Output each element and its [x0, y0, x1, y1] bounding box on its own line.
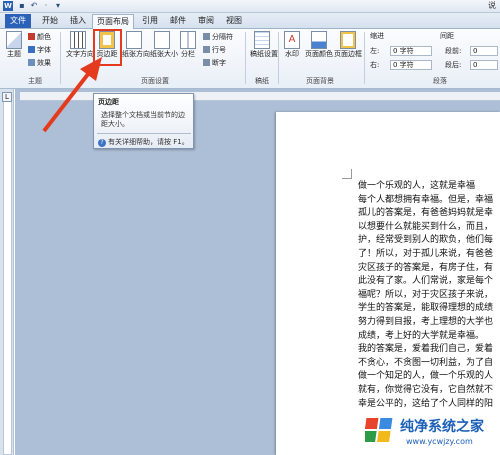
group-label-paragraph: 段落 — [433, 77, 447, 85]
document-line[interactable]: 我的答案是，爱着我们自己，爱着 — [358, 344, 493, 355]
document-line[interactable]: 每个人都想拥有幸福。但是，幸福 — [358, 195, 493, 206]
tab-page-layout[interactable]: 页面布局 — [92, 14, 134, 29]
margins-tooltip: 页边距 选择整个文档或当前节的边距大小。 ? 有关详细帮助，请按 F1。 — [93, 93, 194, 149]
colors-icon — [28, 33, 35, 40]
document-line[interactable]: 孤儿的答案是，有爸爸妈妈就是幸 — [358, 208, 493, 219]
document-line[interactable]: 护，经常受到别人的欺负，他们每 — [358, 235, 493, 246]
paper-size-icon — [154, 31, 170, 49]
columns-button[interactable]: 分栏 — [178, 31, 198, 59]
group-label-page-background: 页面背景 — [306, 77, 334, 85]
size-button[interactable]: 纸张大小 — [150, 31, 178, 59]
hyphenation-button[interactable]: 断字 — [203, 58, 226, 68]
vertical-ruler[interactable] — [3, 92, 12, 455]
tooltip-help: ? 有关详细帮助，请按 F1。 — [98, 137, 189, 147]
effects-icon — [28, 59, 35, 66]
orientation-icon — [126, 31, 142, 49]
tooltip-title: 页边距 — [98, 98, 119, 106]
tab-view[interactable]: 视图 — [222, 14, 246, 29]
tab-home[interactable]: 开始 — [38, 14, 62, 29]
group-divider — [278, 32, 279, 84]
group-label-draft: 稿纸 — [255, 77, 269, 85]
page-borders-button[interactable]: 页面边框 — [334, 31, 362, 59]
indent-header: 缩进 — [370, 32, 384, 40]
tab-references[interactable]: 引用 — [138, 14, 162, 29]
page-color-icon — [311, 31, 327, 49]
document-line[interactable]: 学生的答案是，能取得理想的成绩 — [358, 303, 493, 314]
themes-button[interactable]: 主题 — [3, 31, 25, 59]
hyphenation-icon — [203, 59, 210, 66]
page-borders-icon — [340, 31, 356, 49]
document-line[interactable]: 不贪心，不贪图一切利益，为了自 — [358, 358, 493, 369]
theme-fonts-button[interactable]: 字体 — [28, 45, 51, 55]
watermark-icon: A — [284, 31, 300, 49]
document-line[interactable]: 此没有了家。人们常说，家是每个 — [358, 276, 493, 287]
columns-icon — [180, 31, 196, 49]
redo-icon[interactable]: · — [41, 1, 51, 11]
spacing-after-label: 段后: — [445, 61, 462, 69]
document-line[interactable]: 努力得到目报，考上理想的大学也 — [358, 317, 493, 328]
tab-selector-icon[interactable]: L — [2, 92, 12, 102]
site-url: www.ycwjzy.com — [406, 437, 473, 446]
document-line[interactable]: 成绩，考上好的大学就是幸福。 — [358, 331, 484, 342]
draft-settings-button[interactable]: 稿纸设置 — [250, 31, 278, 59]
tab-mailings[interactable]: 邮件 — [166, 14, 190, 29]
orientation-button[interactable]: 纸张方向 — [122, 31, 150, 59]
indent-right-label: 右: — [370, 61, 380, 69]
tab-insert[interactable]: 插入 — [66, 14, 90, 29]
customize-qat-icon[interactable]: ▾ — [53, 1, 63, 11]
help-icon: ? — [98, 139, 106, 147]
page-color-button[interactable]: 页面颜色 — [304, 31, 334, 59]
document-line[interactable]: 了！所以，对于孤儿来说，有爸爸 — [358, 249, 493, 260]
spacing-header: 间距 — [440, 32, 454, 40]
indent-left-label: 左: — [370, 47, 380, 55]
draft-paper-icon — [254, 31, 270, 49]
group-divider — [364, 32, 365, 84]
tooltip-divider — [97, 133, 191, 134]
watermark-button[interactable]: A 水印 — [282, 31, 302, 59]
spacing-after-input[interactable]: 0 — [470, 60, 498, 70]
document-line[interactable]: 做一个知足的人，做一个乐观的人 — [358, 371, 493, 382]
ribbon-tabs: 文件 开始 插入 页面布局 引用 邮件 审阅 视图 — [0, 13, 500, 29]
site-watermark: 纯净系统之家 www.ycwjzy.com — [360, 410, 500, 455]
tab-review[interactable]: 审阅 — [194, 14, 218, 29]
breaks-icon — [203, 33, 210, 40]
tab-file[interactable]: 文件 — [5, 14, 31, 28]
fonts-icon — [28, 46, 35, 53]
tooltip-body: 选择整个文档或当前节的边距大小。 — [101, 111, 185, 128]
breaks-button[interactable]: 分隔符 — [203, 32, 233, 42]
undo-icon[interactable]: ↶ — [29, 1, 39, 11]
text-direction-icon — [70, 31, 86, 49]
group-divider — [245, 32, 246, 84]
site-name: 纯净系统之家 — [400, 419, 484, 435]
document-line[interactable]: 以想要什么就能买到什么，而且， — [358, 222, 493, 233]
document-line[interactable]: 就有，你觉得它没有，它自然就不 — [358, 385, 493, 396]
title-text: 说 — [488, 1, 496, 10]
document-page[interactable]: 做一个乐观的人，这就是幸福每个人都想拥有幸福。但是，幸福 孤儿的答案是，有爸爸妈妈… — [276, 112, 500, 455]
document-line[interactable]: 幸是公平的，这给了个人同样的阳 — [358, 399, 493, 410]
document-line[interactable]: 灾区孩子的答案是，有房子住，有 — [358, 263, 493, 274]
spacing-before-label: 段前: — [445, 47, 462, 55]
title-bar: W ▪ ↶ · ▾ 说 — [0, 0, 500, 13]
theme-colors-button[interactable]: 颜色 — [28, 32, 51, 42]
spacing-before-input[interactable]: 0 — [470, 46, 498, 56]
line-numbers-icon — [203, 46, 210, 53]
document-line[interactable]: 做一个乐观的人，这就是幸福 — [358, 181, 475, 192]
margin-corner-mark — [342, 169, 352, 179]
document-line[interactable]: 福呢？所以，对于灾区孩子来说， — [358, 290, 493, 301]
indent-left-input[interactable]: 0 字符 — [390, 46, 432, 56]
line-numbers-button[interactable]: 行号 — [203, 45, 226, 55]
indent-right-input[interactable]: 0 字符 — [390, 60, 432, 70]
group-label-page-setup: 页面设置 — [141, 77, 169, 85]
themes-icon — [6, 31, 22, 49]
site-logo-icon — [365, 418, 393, 442]
word-window: W ▪ ↶ · ▾ 说 文件 开始 插入 页面布局 引用 邮件 审阅 视图 主题… — [0, 0, 500, 455]
save-icon[interactable]: ▪ — [17, 1, 27, 11]
word-app-icon[interactable]: W — [3, 1, 13, 11]
